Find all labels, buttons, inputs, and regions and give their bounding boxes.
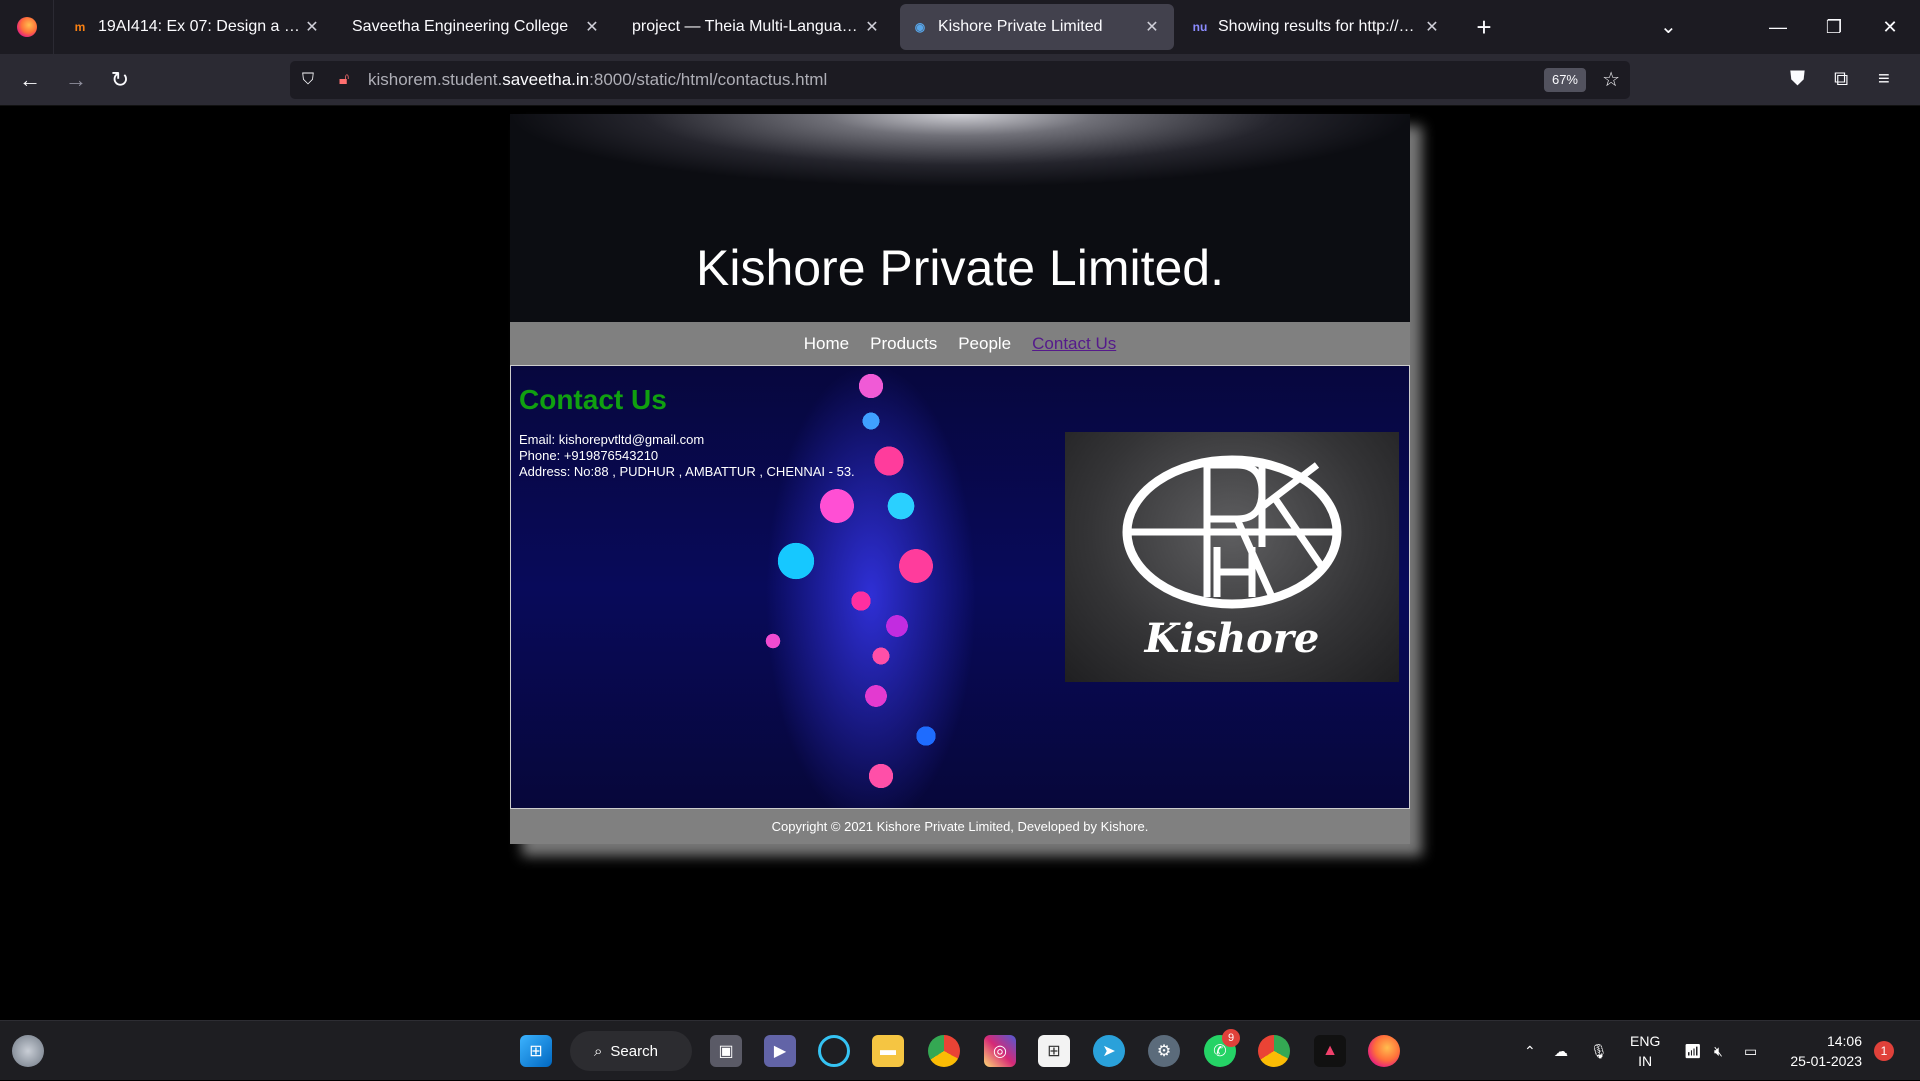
weather-icon[interactable]: [12, 1035, 44, 1067]
shield-icon[interactable]: ⛉: [290, 71, 326, 89]
close-window-icon[interactable]: ✕: [1862, 0, 1918, 54]
tab-title: 19AI414: Ex 07: Design a Websit: [98, 18, 302, 35]
onedrive-cloud-icon[interactable]: ☁: [1554, 1021, 1568, 1081]
whatsapp-badge: 9: [1222, 1029, 1240, 1047]
tab-bar: m19AI414: Ex 07: Design a Websit✕Saveeth…: [0, 0, 1920, 54]
forward-arrow-icon[interactable]: →: [60, 64, 92, 96]
clock-time: 14:06: [1826, 1033, 1862, 1049]
contact-content: Contact Us Email: kishorepvtltd@gmail.co…: [510, 365, 1410, 809]
microsoft-store-icon[interactable]: ⊞: [1038, 1035, 1070, 1067]
tab-title: Saveetha Engineering College: [352, 18, 569, 35]
browser-tab[interactable]: Saveetha Engineering College ✕: [340, 4, 614, 50]
page-title: Kishore Private Limited.: [695, 240, 1224, 296]
tab-list-chevron-icon[interactable]: ⌄: [1660, 14, 1677, 39]
language-code: ENG: [1630, 1033, 1661, 1049]
chrome-icon[interactable]: [928, 1035, 960, 1067]
show-hidden-icons-chevron-icon[interactable]: ⌃: [1524, 1021, 1536, 1081]
task-view-icon[interactable]: ▣: [710, 1035, 742, 1067]
microphone-icon[interactable]: 🎙︎: [1590, 1021, 1608, 1081]
moodle-icon: m: [74, 20, 86, 34]
page-header: Kishore Private Limited.: [510, 114, 1410, 322]
close-tab-icon[interactable]: ✕: [1422, 17, 1442, 37]
firefox-icon[interactable]: [0, 0, 54, 54]
url-bar[interactable]: ⛉ 🔓︎ kishorem.student.saveetha.in:8000/s…: [290, 61, 1630, 99]
close-tab-icon[interactable]: ✕: [1142, 17, 1162, 37]
email-text: Email: kishorepvtltd@gmail.com: [519, 432, 705, 447]
reload-icon[interactable]: ↻: [104, 64, 136, 96]
contact-heading: Contact Us: [519, 384, 667, 415]
teams-chat-icon[interactable]: ▶: [764, 1035, 796, 1067]
web-page: Kishore Private Limited. Home Products Peo…: [510, 114, 1410, 844]
tab-title: project — Theia Multi-Language Ex: [632, 18, 862, 35]
company-logo: Kishore: [1065, 432, 1399, 682]
volume-muted-icon[interactable]: 🔇︎: [1714, 1021, 1723, 1081]
menu-link-contact-us[interactable]: Contact Us: [1032, 334, 1116, 354]
settings-gear-icon[interactable]: ⚙: [1148, 1035, 1180, 1067]
close-tab-icon[interactable]: ✕: [582, 17, 602, 37]
windows-start-icon[interactable]: ⊞: [520, 1035, 552, 1067]
notification-count-badge[interactable]: 1: [1874, 1041, 1894, 1061]
battery-icon[interactable]: ▭: [1744, 1021, 1757, 1081]
back-arrow-icon[interactable]: ←: [14, 64, 46, 96]
taskbar-search[interactable]: ⌕ Search: [570, 1031, 692, 1071]
page-footer: Copyright © 2021 Kishore Private Limited…: [510, 809, 1410, 844]
extensions-icon[interactable]: ⧉: [1834, 68, 1848, 91]
arc-app-icon[interactable]: ▲: [1314, 1035, 1346, 1067]
file-explorer-icon[interactable]: ▬: [872, 1035, 904, 1067]
restore-icon[interactable]: ❐: [1806, 0, 1862, 54]
nu-icon: nu: [1192, 20, 1208, 34]
zoom-level-button[interactable]: 67%: [1543, 68, 1586, 92]
close-tab-icon[interactable]: ✕: [862, 17, 882, 37]
address-text: Address: No:88 , PUDHUR , AMBATTUR , CHE…: [519, 464, 855, 479]
menu-link-people[interactable]: People: [958, 334, 1011, 354]
browser-tab[interactable]: ◉ Kishore Private Limited ✕: [900, 4, 1174, 50]
browser-tab[interactable]: m 19AI414: Ex 07: Design a Websit✕: [60, 4, 334, 50]
wifi-icon[interactable]: 📶︎: [1684, 1021, 1702, 1081]
tab-title: Showing results for http://kishor: [1218, 18, 1422, 35]
tab-title: Kishore Private Limited: [938, 18, 1103, 35]
bookmark-star-icon[interactable]: ☆: [1602, 67, 1620, 92]
region-code: IN: [1638, 1053, 1653, 1069]
clock-date: 25-01-2023: [1790, 1053, 1862, 1069]
instagram-icon[interactable]: ◎: [984, 1035, 1016, 1067]
search-icon: ⌕: [594, 1042, 603, 1060]
cortana-icon[interactable]: [818, 1035, 850, 1067]
url-text[interactable]: kishorem.student.saveetha.in:8000/static…: [368, 70, 827, 90]
menu-hamburger-icon[interactable]: ≡: [1878, 68, 1890, 91]
browser-tab[interactable]: project — Theia Multi-Language Ex ✕: [620, 4, 894, 50]
insecure-lock-icon[interactable]: 🔓︎: [326, 71, 362, 89]
close-tab-icon[interactable]: ✕: [302, 17, 322, 37]
rkh-logo-mark: Kishore: [1122, 455, 1342, 662]
globe-icon: ◉: [914, 20, 926, 34]
new-tab-button[interactable]: +: [1464, 7, 1504, 47]
menu-link-home[interactable]: Home: [804, 334, 849, 354]
pocket-icon[interactable]: ⛊: [1790, 68, 1805, 91]
main-menu: Home Products People Contact Us: [510, 322, 1410, 365]
language-indicator[interactable]: ENG IN: [1630, 1031, 1660, 1071]
telegram-icon[interactable]: ➤: [1093, 1035, 1125, 1067]
phone-text: Phone: +919876543210: [519, 448, 659, 463]
whatsapp-icon[interactable]: ✆ 9: [1204, 1029, 1240, 1067]
menu-link-products[interactable]: Products: [870, 334, 937, 354]
browser-tab[interactable]: nu Showing results for http://kishor ✕: [1180, 4, 1454, 50]
chrome-profile-icon[interactable]: [1258, 1035, 1290, 1067]
logo-wordmark: Kishore: [1144, 615, 1320, 662]
taskbar: ⊞ ⌕ Search ▣ ▶ ▬ ◎ ⊞ ➤ ⚙ ✆ 9 ▲ ⌃ ☁ 🎙︎ ENG …: [0, 1020, 1920, 1080]
minimize-icon[interactable]: —: [1750, 0, 1806, 54]
firefox-taskbar-icon[interactable]: [1368, 1035, 1400, 1067]
navigation-toolbar: ← → ↻ ⛉ 🔓︎ kishorem.student.saveetha.in:…: [0, 54, 1920, 106]
contact-details: Email: kishorepvtltd@gmail.com Phone: +9…: [519, 432, 855, 480]
search-label: Search: [610, 1042, 658, 1060]
system-clock[interactable]: 14:06 25-01-2023: [1780, 1031, 1862, 1071]
